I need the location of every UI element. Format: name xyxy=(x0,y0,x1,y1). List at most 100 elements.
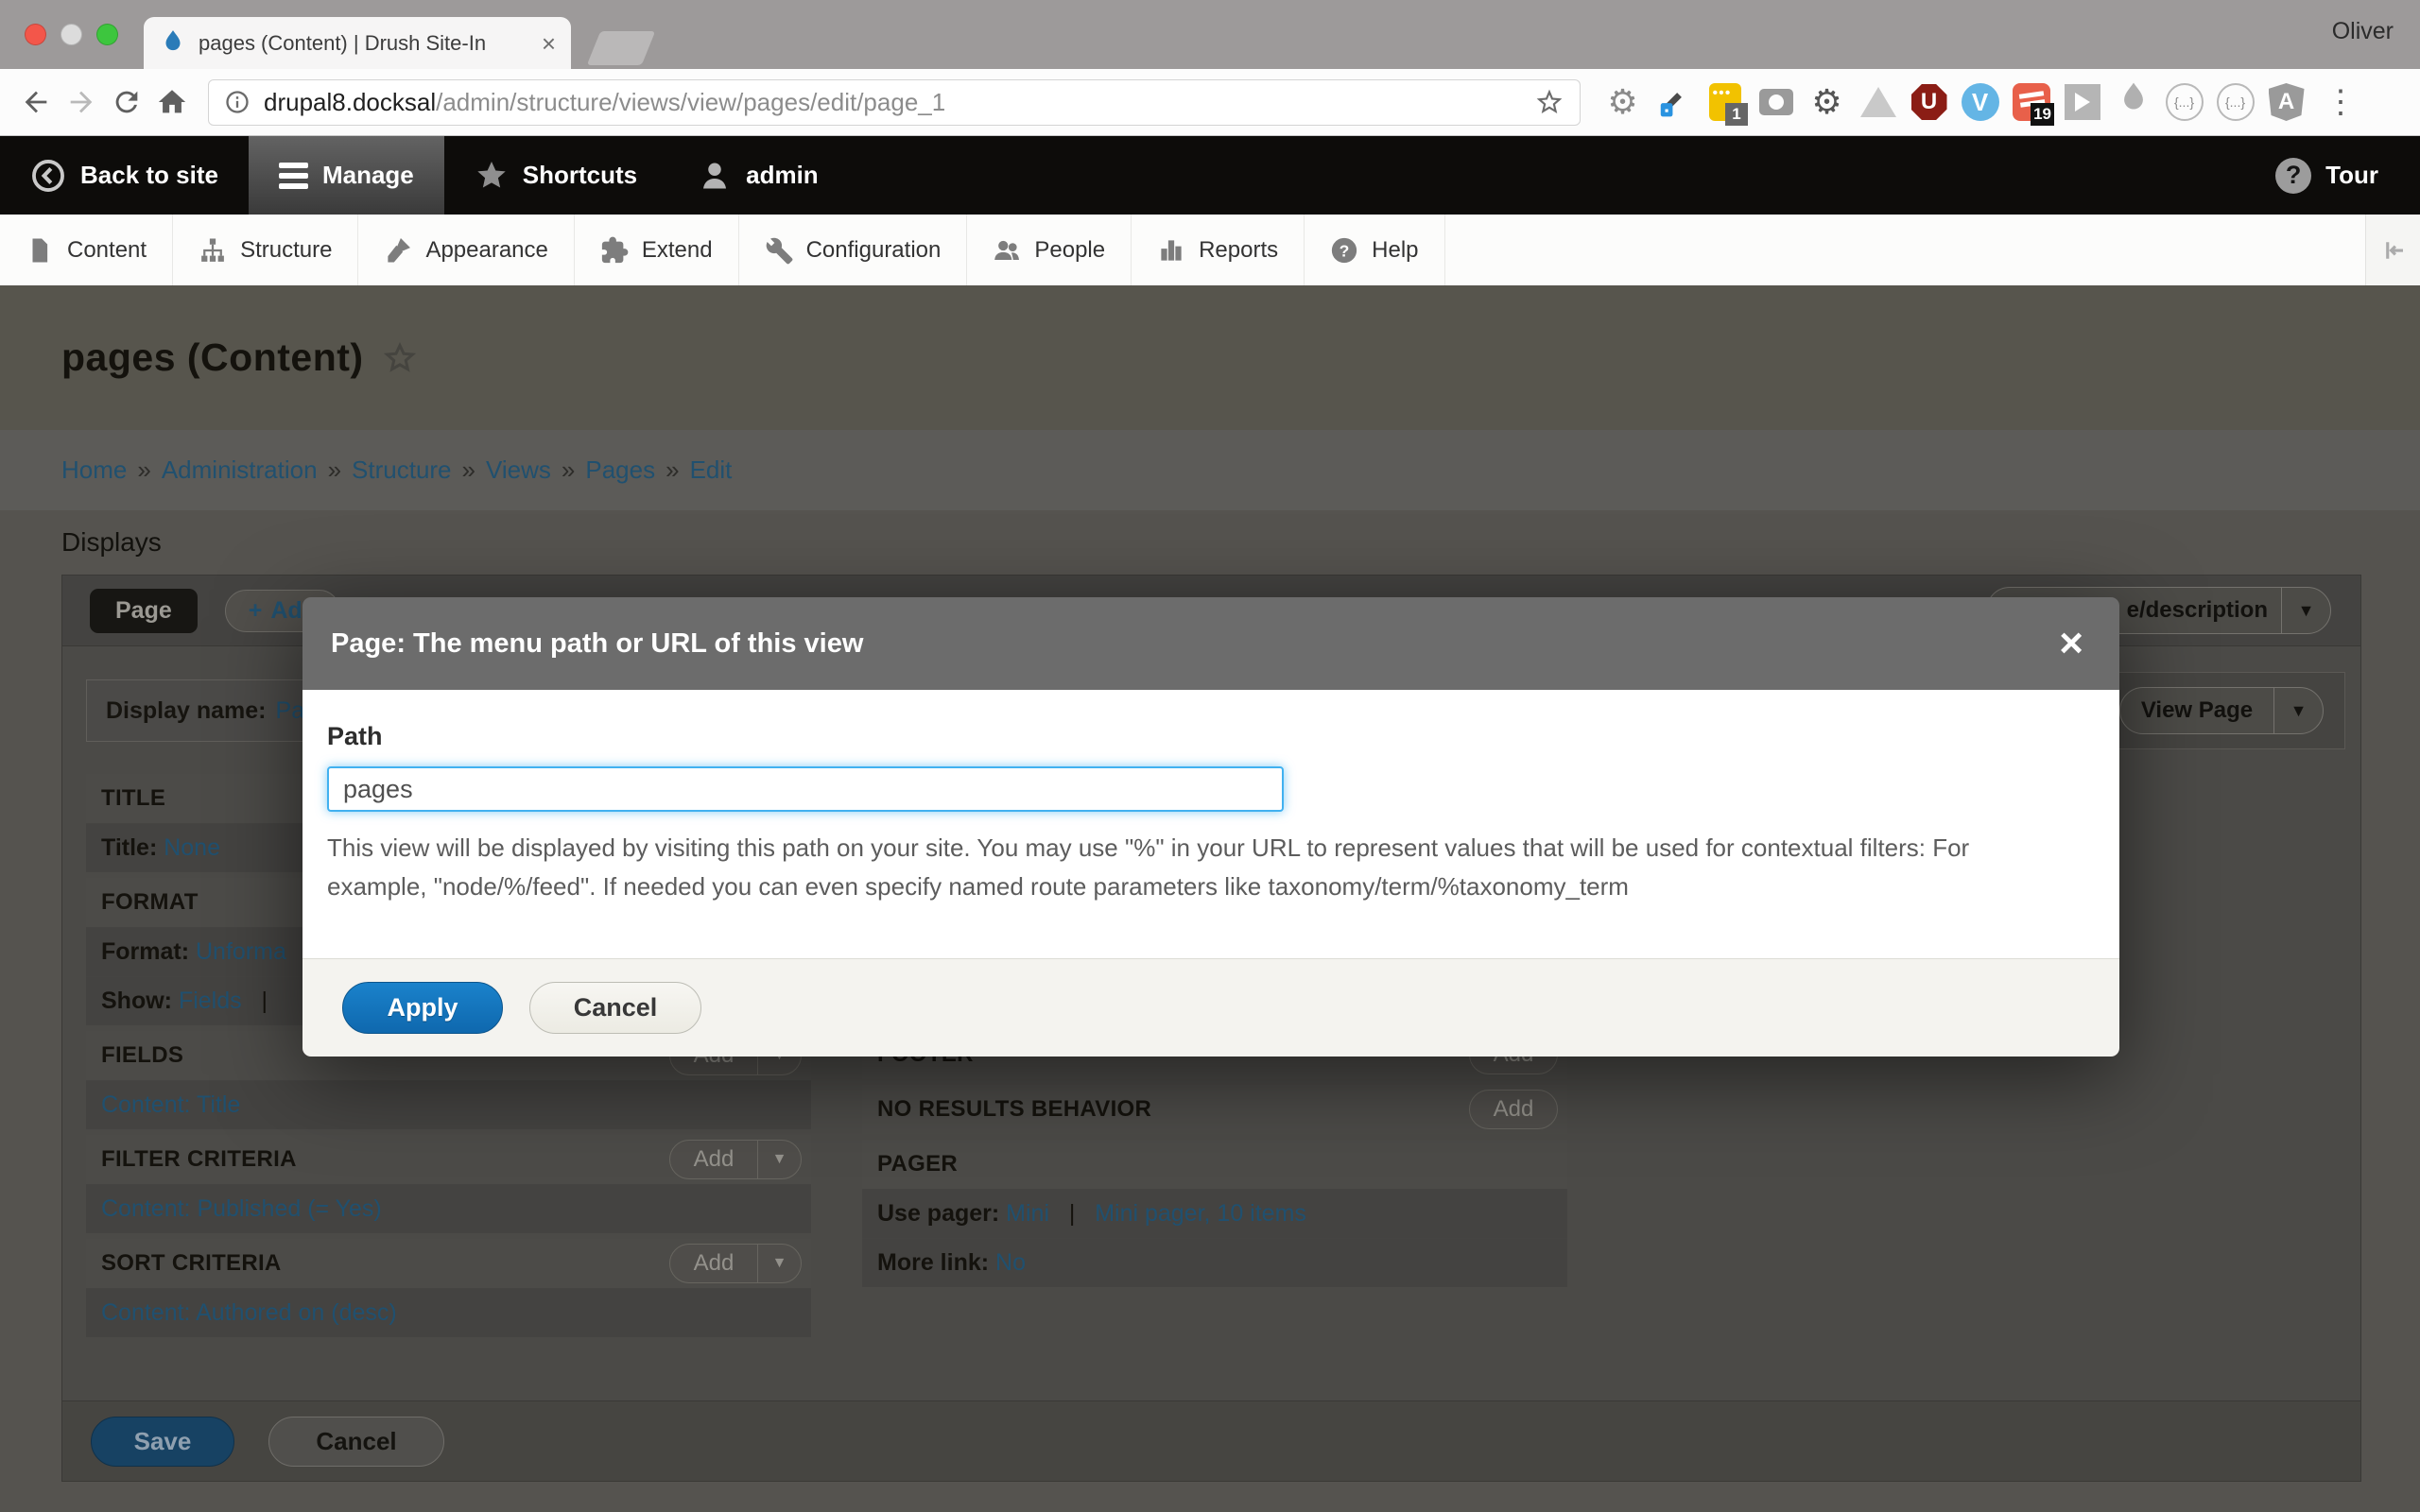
menu-item-label: Structure xyxy=(240,237,332,264)
setting-link[interactable]: Fields xyxy=(179,988,242,1015)
favorite-star-icon[interactable] xyxy=(383,341,417,375)
menu-item-label: Extend xyxy=(642,237,713,264)
menu-item-people[interactable]: People xyxy=(967,215,1132,285)
v-badge-extension-icon[interactable]: V xyxy=(1961,83,1999,122)
ublock-extension-icon[interactable]: U xyxy=(1910,83,1948,122)
setting-row: Use pager: Mini | Mini pager, 10 items xyxy=(862,1189,1567,1238)
address-bar[interactable]: drupal8.docksal/admin/structure/views/vi… xyxy=(208,79,1581,126)
menu-item-label: People xyxy=(1034,237,1105,264)
todoist-check-extension-icon[interactable]: 19 xyxy=(2012,83,2050,122)
browser-tab[interactable]: pages (Content) | Drush Site-In × xyxy=(144,17,571,69)
window-minimize-button[interactable] xyxy=(60,24,82,45)
angular-shield-extension-icon[interactable]: A xyxy=(2267,83,2306,122)
menu-item-label: Reports xyxy=(1199,237,1278,264)
chevron-down-icon[interactable]: ▼ xyxy=(757,1245,801,1282)
menu-item-content[interactable]: Content xyxy=(0,215,173,285)
setting-link[interactable]: Content: Title xyxy=(101,1091,240,1119)
home-icon[interactable] xyxy=(149,79,195,125)
window-close-button[interactable] xyxy=(25,24,46,45)
add-button-label: Add xyxy=(670,1141,757,1178)
save-button[interactable]: Save xyxy=(91,1417,234,1467)
add-button-label: Add xyxy=(670,1245,757,1282)
back-icon[interactable] xyxy=(13,79,59,125)
menu-item-label: Appearance xyxy=(425,237,547,264)
password-card-extension-icon[interactable]: 1 xyxy=(1705,83,1744,122)
menu-item-help[interactable]: ?Help xyxy=(1305,215,1444,285)
menu-item-configuration[interactable]: Configuration xyxy=(739,215,968,285)
breadcrumb-link-edit[interactable]: Edit xyxy=(690,455,733,485)
screen: pages (Content) | Drush Site-In × Oliver… xyxy=(0,0,2420,1512)
menu-item-label: Help xyxy=(1372,237,1418,264)
browser-menu-icon[interactable]: ⋮ xyxy=(2325,93,2353,112)
people-icon xyxy=(993,236,1021,265)
drive-triangle-extension-icon[interactable] xyxy=(1858,83,1897,122)
setting-link[interactable]: Content: Published (= Yes) xyxy=(101,1195,382,1223)
hamburger-icon xyxy=(279,163,308,189)
drupal-drop-extension-icon[interactable] xyxy=(2114,83,2152,122)
eyedropper-extension-icon[interactable] xyxy=(1654,83,1693,122)
setting-link[interactable]: No xyxy=(995,1249,1026,1277)
back-to-site-button[interactable]: Back to site xyxy=(0,136,249,215)
tab-title: pages (Content) | Drush Site-In xyxy=(199,31,534,56)
tab-close-icon[interactable]: × xyxy=(542,31,556,56)
menu-item-extend[interactable]: Extend xyxy=(575,215,739,285)
shortcuts-star-icon xyxy=(475,159,509,193)
view-page-button[interactable]: View Page ▼ xyxy=(2119,687,2324,734)
modal-close-icon[interactable]: × xyxy=(2059,623,2083,664)
page-info-icon[interactable] xyxy=(224,89,251,115)
forward-icon[interactable] xyxy=(59,79,104,125)
setting-link[interactable]: Unforma xyxy=(196,938,286,966)
admin-user-button[interactable]: admin xyxy=(667,136,849,215)
breadcrumb-link-pages[interactable]: Pages xyxy=(585,455,655,485)
modal-header[interactable]: Page: The menu path or URL of this view … xyxy=(302,597,2119,690)
breadcrumb-link-home[interactable]: Home xyxy=(61,455,127,485)
breadcrumb-link-structure[interactable]: Structure xyxy=(352,455,452,485)
chevron-down-icon[interactable]: ▼ xyxy=(757,1141,801,1178)
add-button[interactable]: Add▼ xyxy=(669,1244,802,1283)
breadcrumb-separator: » xyxy=(137,455,150,485)
display-name-link[interactable]: Pa xyxy=(276,697,305,725)
menu-item-appearance[interactable]: Appearance xyxy=(358,215,574,285)
browser-profile-name[interactable]: Oliver xyxy=(2332,18,2394,45)
shortcuts-button[interactable]: Shortcuts xyxy=(444,136,667,215)
cancel-button[interactable]: Cancel xyxy=(529,982,701,1034)
setting-link[interactable]: Content: Authored on (desc) xyxy=(101,1299,397,1327)
manage-button[interactable]: Manage xyxy=(249,136,444,215)
menu-item-structure[interactable]: Structure xyxy=(173,215,358,285)
setting-link[interactable]: None xyxy=(164,834,220,862)
braces-circle-extension-icon[interactable]: {...} xyxy=(2216,83,2255,122)
setting-link[interactable]: Mini xyxy=(1006,1200,1049,1228)
chevron-down-icon[interactable]: ▼ xyxy=(2273,688,2323,733)
view-cancel-button[interactable]: Cancel xyxy=(268,1417,444,1467)
reload-icon[interactable] xyxy=(104,79,149,125)
section-title: FIELDS xyxy=(101,1042,183,1069)
play-badge-extension-icon[interactable] xyxy=(2063,83,2101,122)
path-label: Path xyxy=(327,722,2066,751)
toolbar-collapse-button[interactable] xyxy=(2365,215,2420,285)
apply-button[interactable]: Apply xyxy=(342,982,503,1034)
tour-button[interactable]: ? Tour xyxy=(2245,136,2420,215)
collapse-arrow-icon xyxy=(2379,236,2408,265)
dark-gear-extension-icon[interactable]: ⚙ xyxy=(1807,83,1846,122)
window-zoom-button[interactable] xyxy=(96,24,118,45)
chevron-down-icon[interactable]: ▼ xyxy=(2281,588,2330,633)
modal-body: Path This view will be displayed by visi… xyxy=(302,690,2119,958)
braces-circle-extension-icon[interactable]: {...} xyxy=(2165,83,2204,122)
breadcrumb-link-views[interactable]: Views xyxy=(486,455,551,485)
shortcuts-label: Shortcuts xyxy=(523,161,637,190)
structure-icon xyxy=(199,236,227,265)
bookmark-star-icon[interactable] xyxy=(1534,87,1564,117)
camera-extension-icon[interactable] xyxy=(1756,83,1795,122)
breadcrumb-link-administration[interactable]: Administration xyxy=(162,455,318,485)
views-actions-bar: Save Cancel xyxy=(62,1400,2360,1481)
path-input[interactable] xyxy=(327,766,1284,812)
setting-link[interactable]: Mini pager, 10 items xyxy=(1095,1200,1306,1228)
add-button[interactable]: Add▼ xyxy=(669,1140,802,1179)
settings-gear-extension-icon[interactable]: ⚙ xyxy=(1603,83,1642,122)
new-tab-button[interactable] xyxy=(587,31,656,65)
drupal-favicon-icon xyxy=(159,29,187,58)
add-button[interactable]: Add xyxy=(1469,1090,1558,1129)
display-tab-page[interactable]: Page xyxy=(90,589,198,633)
menu-item-reports[interactable]: Reports xyxy=(1132,215,1305,285)
breadcrumb-separator: » xyxy=(562,455,575,485)
